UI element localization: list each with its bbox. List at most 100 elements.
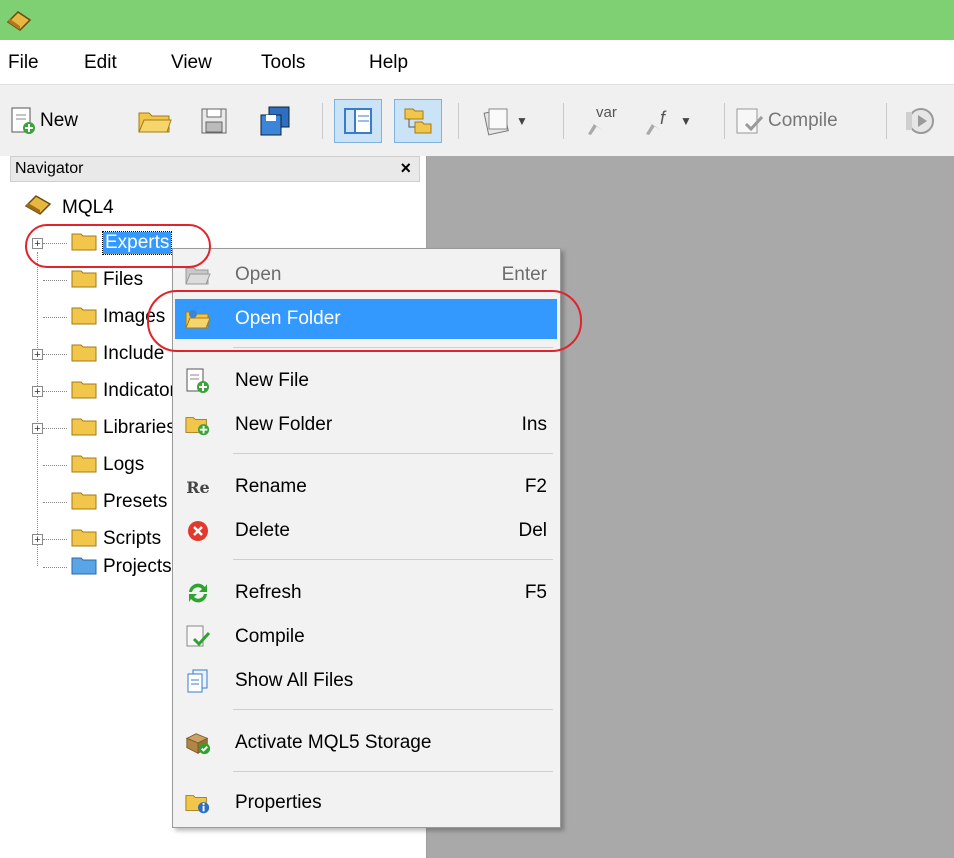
folder-icon xyxy=(71,416,97,441)
menu-item-label: New File xyxy=(235,370,309,391)
var-label: var xyxy=(596,104,617,121)
menu-item-show-all-files[interactable]: Show All Files xyxy=(175,661,557,701)
menu-item-label: Properties xyxy=(235,792,322,813)
menu-item-compile[interactable]: Compile xyxy=(175,617,557,657)
chevron-down-icon: ▼ xyxy=(680,114,692,128)
expand-icon[interactable]: + xyxy=(32,385,43,397)
menu-separator xyxy=(233,453,553,454)
list-variables-button[interactable]: var xyxy=(582,99,618,143)
new-button-label: New xyxy=(40,110,79,131)
toolbox-toggle-button[interactable] xyxy=(394,99,442,143)
menu-edit[interactable]: Edit xyxy=(84,52,117,74)
menu-item-new-folder[interactable]: New Folder Ins xyxy=(175,405,557,445)
toolbar-separator xyxy=(886,103,887,139)
navigator-title: Navigator xyxy=(15,160,84,177)
tree-item-files[interactable]: Files xyxy=(32,265,143,295)
menu-separator xyxy=(233,559,553,560)
menu-bar: File Edit View Tools Help xyxy=(0,40,954,84)
list-functions-button[interactable]: f ▼ xyxy=(640,99,692,143)
expand-icon[interactable]: + xyxy=(32,533,43,545)
tree-item-label: Presets xyxy=(103,491,168,512)
close-icon[interactable]: × xyxy=(400,158,411,179)
compile-button[interactable]: Compile xyxy=(734,99,838,143)
tree-connector xyxy=(43,501,67,503)
menu-item-refresh[interactable]: Refresh F5 xyxy=(175,573,557,613)
menu-item-open[interactable]: Open Enter xyxy=(175,255,557,295)
debug-start-icon xyxy=(904,106,934,136)
tree-item-presets[interactable]: Presets xyxy=(32,487,167,517)
tree-item-logs[interactable]: Logs xyxy=(32,450,144,480)
folder-icon xyxy=(71,268,97,293)
navigator-header: Navigator × xyxy=(10,156,420,182)
start-debug-button[interactable] xyxy=(904,99,934,143)
tree-guide-line xyxy=(37,252,38,566)
tree-item-scripts[interactable]: + Scripts xyxy=(32,524,161,554)
tree-connector xyxy=(43,390,67,392)
menu-item-label: Open xyxy=(235,264,282,285)
delete-icon xyxy=(185,519,211,543)
navigator-panel-icon xyxy=(343,107,373,135)
menu-item-activate-mql5-storage[interactable]: Activate MQL5 Storage xyxy=(175,723,557,763)
compile-button-label: Compile xyxy=(768,110,838,131)
storage-box-icon xyxy=(185,731,211,755)
tree-item-label: Libraries xyxy=(103,417,176,438)
new-file-icon xyxy=(185,368,211,393)
toolbar-separator xyxy=(322,103,323,139)
folder-icon xyxy=(71,305,97,330)
menu-item-shortcut: Del xyxy=(518,520,547,541)
chevron-down-icon: ▼ xyxy=(516,114,528,128)
menu-separator xyxy=(233,709,553,710)
toolbar-separator xyxy=(724,103,725,139)
menu-item-label: Show All Files xyxy=(235,670,354,691)
menu-help[interactable]: Help xyxy=(369,52,408,74)
navigator-toggle-button[interactable] xyxy=(334,99,382,143)
menu-item-label: Refresh xyxy=(235,582,302,603)
tree-connector xyxy=(43,427,67,429)
menu-item-new-file[interactable]: New File xyxy=(175,361,557,401)
annotation-circle-open-folder xyxy=(147,290,582,352)
tree-item-include[interactable]: + Include xyxy=(32,339,164,369)
folder-icon xyxy=(71,555,97,580)
save-icon xyxy=(199,106,229,136)
toolbar-separator xyxy=(458,103,459,139)
tree-item-projects[interactable]: Projects xyxy=(32,552,172,582)
folder-icon xyxy=(71,379,97,404)
tree-item-label: Files xyxy=(103,269,144,290)
new-folder-icon xyxy=(185,413,211,437)
menu-item-delete[interactable]: Delete Del xyxy=(175,511,557,551)
folder-icon xyxy=(71,490,97,515)
menu-view[interactable]: View xyxy=(171,52,212,74)
tree-connector xyxy=(43,279,67,281)
menu-item-rename[interactable]: Re Rename F2 xyxy=(175,467,557,507)
tree-connector xyxy=(43,566,67,568)
menu-item-properties[interactable]: Properties xyxy=(175,783,557,823)
insert-resource-button[interactable]: ▼ xyxy=(480,99,528,143)
save-all-button[interactable] xyxy=(259,99,291,143)
compile-icon xyxy=(734,106,764,136)
metaeditor-app-icon xyxy=(6,8,32,32)
tree-root-mql4[interactable]: MQL4 xyxy=(24,192,114,223)
insert-icon xyxy=(480,105,512,137)
new-button[interactable]: New xyxy=(10,99,78,143)
menu-item-label: Compile xyxy=(235,626,305,647)
expand-icon[interactable]: + xyxy=(32,348,43,360)
annotation-circle-experts xyxy=(25,224,211,268)
menu-item-shortcut: Enter xyxy=(501,264,547,285)
menu-item-label: Delete xyxy=(235,520,290,541)
tree-item-images[interactable]: Images xyxy=(32,302,165,332)
menu-item-label: Rename xyxy=(235,476,307,497)
tree-item-libraries[interactable]: + Libraries xyxy=(32,413,176,443)
menu-file[interactable]: File xyxy=(8,52,39,74)
tree-item-indicators[interactable]: + Indicators xyxy=(32,376,185,406)
save-all-icon xyxy=(259,105,291,137)
toolbar: New ▼ var f ▼ Compile xyxy=(0,84,954,157)
menu-item-shortcut: F2 xyxy=(524,476,547,497)
save-button[interactable] xyxy=(199,99,229,143)
functions-icon: f xyxy=(640,104,676,138)
menu-tools[interactable]: Tools xyxy=(261,52,305,74)
expand-icon[interactable]: + xyxy=(32,422,43,434)
compile-icon xyxy=(185,625,211,649)
variables-icon: var xyxy=(582,104,618,138)
tree-item-label: Projects xyxy=(103,556,172,577)
open-button[interactable] xyxy=(137,99,173,143)
